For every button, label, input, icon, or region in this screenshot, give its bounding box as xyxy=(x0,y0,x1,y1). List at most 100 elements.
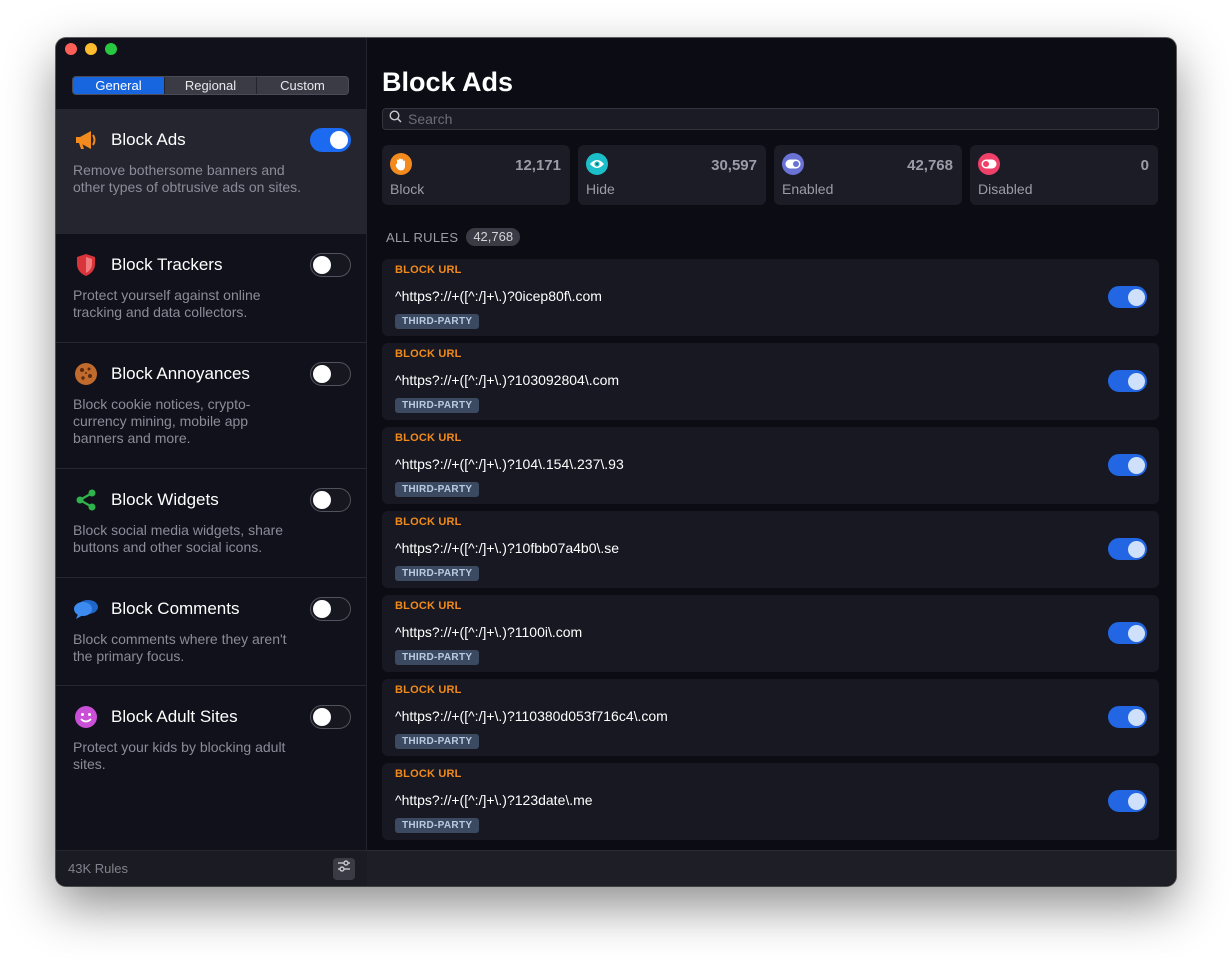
rule-tag: THIRD-PARTY xyxy=(395,734,480,749)
rule-tag: THIRD-PARTY xyxy=(395,650,480,665)
minimize-window-button[interactable] xyxy=(85,43,97,55)
rule-tag: THIRD-PARTY xyxy=(395,314,480,329)
tab-regional[interactable]: Regional xyxy=(164,77,256,94)
rule-row[interactable]: BLOCK URL ^https?://+([^:/]+\.)?104\.154… xyxy=(382,427,1159,504)
rule-pattern: ^https?://+([^:/]+\.)?10fbb07a4b0\.se xyxy=(395,540,620,556)
search-input[interactable] xyxy=(408,111,1158,127)
rule-toggle[interactable] xyxy=(1108,538,1147,560)
main-footer-bar xyxy=(367,850,1176,886)
rule-row[interactable]: BLOCK URL ^https?://+([^:/]+\.)?0icep80f… xyxy=(382,259,1159,336)
rules-count: 43K Rules xyxy=(68,861,128,876)
rule-row[interactable]: BLOCK URL ^https?://+([^:/]+\.)?110380d0… xyxy=(382,679,1159,756)
megaphone-icon xyxy=(73,128,99,152)
sidebar-footer: 43K Rules xyxy=(56,850,367,886)
rule-row[interactable]: BLOCK URL ^https?://+([^:/]+\.)?123date\… xyxy=(382,763,1159,840)
category-title: Block Adult Sites xyxy=(111,707,238,726)
stat-disabled[interactable]: 0 Disabled xyxy=(970,145,1158,205)
category-title: Block Widgets xyxy=(111,490,219,509)
rule-tag: THIRD-PARTY xyxy=(395,818,480,833)
rule-pattern: ^https?://+([^:/]+\.)?103092804\.com xyxy=(395,372,620,388)
close-window-button[interactable] xyxy=(65,43,77,55)
rule-row[interactable]: BLOCK URL ^https?://+([^:/]+\.)?1100i\.c… xyxy=(382,595,1159,672)
category-description: Block comments where they aren't the pri… xyxy=(73,631,287,664)
category-title: Block Comments xyxy=(111,599,240,618)
window-controls xyxy=(65,43,117,55)
rule-tag: THIRD-PARTY xyxy=(395,566,480,581)
category-title: Block Ads xyxy=(111,130,186,149)
rule-toggle[interactable] xyxy=(1108,790,1147,812)
cookie-icon xyxy=(73,362,99,386)
stat-hide[interactable]: 30,597 Hide xyxy=(578,145,766,205)
rules-list: BLOCK URL ^https?://+([^:/]+\.)?0icep80f… xyxy=(382,259,1159,847)
rule-tag: THIRD-PARTY xyxy=(395,482,480,497)
category-description: Protect your kids by blocking adult site… xyxy=(73,739,286,772)
block-widgets-toggle[interactable] xyxy=(310,488,351,512)
rule-toggle[interactable] xyxy=(1108,454,1147,476)
search-field[interactable] xyxy=(382,108,1159,130)
block-annoyances-toggle[interactable] xyxy=(310,362,351,386)
rules-count-badge: 42,768 xyxy=(466,228,521,246)
app-window: General Regional Custom Block Ads Remove… xyxy=(56,38,1176,886)
toggle-on-icon xyxy=(782,153,804,175)
stat-label: Block xyxy=(390,181,425,197)
filter-settings-button[interactable] xyxy=(333,857,355,880)
block-trackers-toggle[interactable] xyxy=(310,253,351,277)
category-description: Protect yourself against online tracking… xyxy=(73,287,261,320)
block-ads-toggle[interactable] xyxy=(310,128,351,152)
stat-label: Hide xyxy=(586,181,615,197)
tab-custom[interactable]: Custom xyxy=(256,77,348,94)
rule-pattern: ^https?://+([^:/]+\.)?1100i\.com xyxy=(395,624,583,640)
stat-value: 12,171 xyxy=(515,157,561,174)
category-block-ads[interactable]: Block Ads Remove bothersome banners and … xyxy=(56,109,367,234)
speech-bubbles-icon xyxy=(73,597,99,621)
rule-toggle[interactable] xyxy=(1108,286,1147,308)
category-block-trackers[interactable]: Block Trackers Protect yourself against … xyxy=(56,234,367,343)
category-block-widgets[interactable]: Block Widgets Block social media widgets… xyxy=(56,469,367,578)
category-description: Block social media widgets, share button… xyxy=(73,522,284,555)
toggle-off-icon xyxy=(978,153,1000,175)
rule-type: BLOCK URL xyxy=(395,516,462,528)
rule-row[interactable]: BLOCK URL ^https?://+([^:/]+\.)?10fbb07a… xyxy=(382,511,1159,588)
category-title: Block Annoyances xyxy=(111,364,250,383)
rule-pattern: ^https?://+([^:/]+\.)?123date\.me xyxy=(395,792,593,808)
stat-label: Enabled xyxy=(782,181,834,197)
page-title: Block Ads xyxy=(382,67,514,97)
stat-value: 30,597 xyxy=(711,157,757,174)
rules-header-label: ALL RULES xyxy=(386,229,459,245)
stats-row: 12,171 Block 30,597 Hide 42,768 Enabled … xyxy=(382,145,1158,205)
filter-set-tabs: General Regional Custom xyxy=(72,76,349,95)
rule-toggle[interactable] xyxy=(1108,706,1147,728)
category-block-comments[interactable]: Block Comments Block comments where they… xyxy=(56,578,367,686)
category-description: Block cookie notices, crypto-currency mi… xyxy=(73,396,251,446)
tab-general[interactable]: General xyxy=(73,77,164,94)
rule-type: BLOCK URL xyxy=(395,264,462,276)
hand-icon xyxy=(390,153,412,175)
stat-enabled[interactable]: 42,768 Enabled xyxy=(774,145,962,205)
rule-toggle[interactable] xyxy=(1108,622,1147,644)
block-comments-toggle[interactable] xyxy=(310,597,351,621)
category-description: Remove bothersome banners and other type… xyxy=(73,162,302,195)
share-icon xyxy=(73,488,99,512)
rule-pattern: ^https?://+([^:/]+\.)?110380d053f716c4\.… xyxy=(395,708,668,724)
search-icon xyxy=(389,110,402,128)
stat-block[interactable]: 12,171 Block xyxy=(382,145,570,205)
category-block-annoyances[interactable]: Block Annoyances Block cookie notices, c… xyxy=(56,343,367,469)
category-block-adult-sites[interactable]: Block Adult Sites Protect your kids by b… xyxy=(56,686,367,794)
stat-label: Disabled xyxy=(978,181,1033,197)
rule-pattern: ^https?://+([^:/]+\.)?104\.154\.237\.93 xyxy=(395,456,624,472)
rules-header: ALL RULES 42,768 xyxy=(386,228,521,246)
sliders-icon xyxy=(337,859,351,878)
rule-pattern: ^https?://+([^:/]+\.)?0icep80f\.com xyxy=(395,288,602,304)
block-adult-sites-toggle[interactable] xyxy=(310,705,351,729)
stat-value: 0 xyxy=(1140,157,1149,174)
main-panel: Block Ads 12,171 Block xyxy=(367,38,1176,886)
category-list: Block Ads Remove bothersome banners and … xyxy=(56,109,367,794)
category-title: Block Trackers xyxy=(111,255,223,274)
rule-type: BLOCK URL xyxy=(395,768,462,780)
rule-toggle[interactable] xyxy=(1108,370,1147,392)
zoom-window-button[interactable] xyxy=(105,43,117,55)
rule-tag: THIRD-PARTY xyxy=(395,398,480,413)
rule-row[interactable]: BLOCK URL ^https?://+([^:/]+\.)?10309280… xyxy=(382,343,1159,420)
eye-icon xyxy=(586,153,608,175)
rule-type: BLOCK URL xyxy=(395,348,462,360)
